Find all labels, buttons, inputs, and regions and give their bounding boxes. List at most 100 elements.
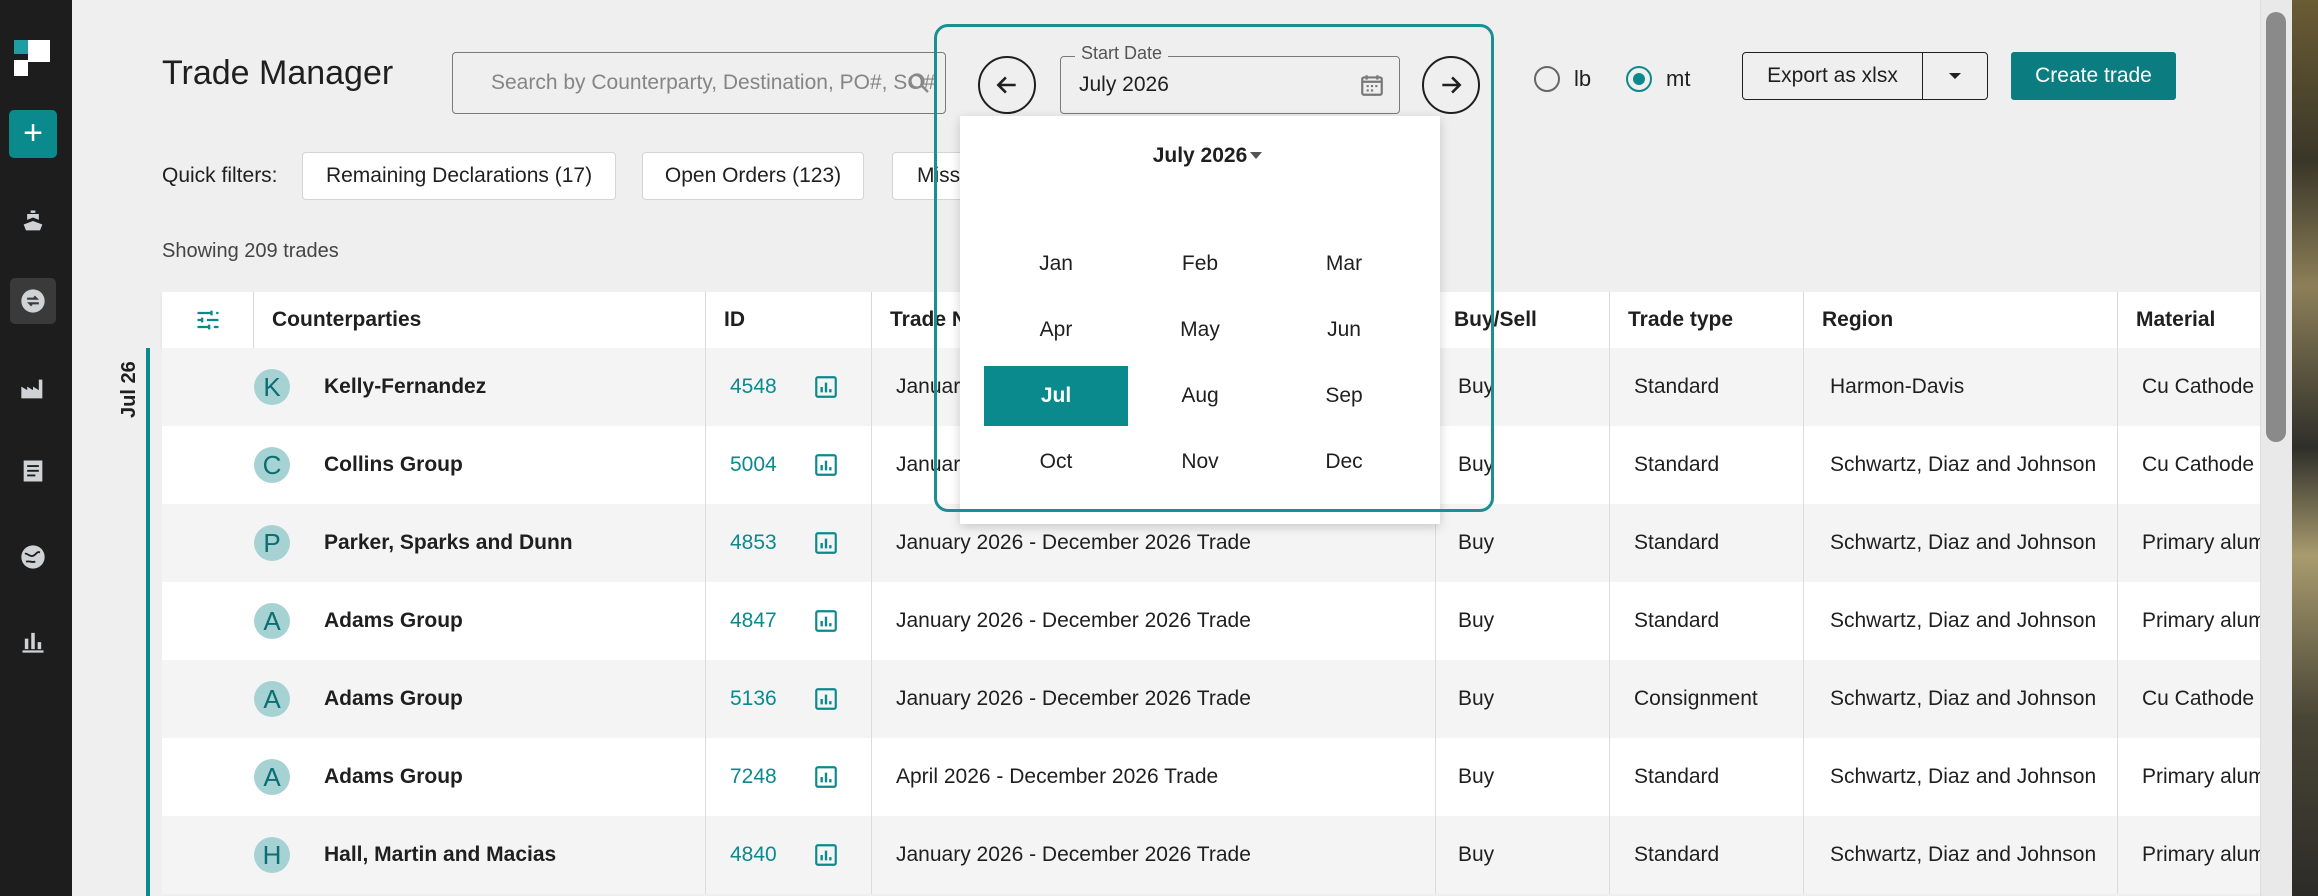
year-dropdown-caret-icon[interactable] <box>1250 152 1262 159</box>
material: Primary aluminium <box>2142 609 2260 632</box>
ship-icon[interactable] <box>10 198 56 244</box>
chart-icon[interactable] <box>813 374 839 400</box>
month-jan[interactable]: Jan <box>984 234 1128 294</box>
header-id[interactable]: ID <box>706 292 872 348</box>
material: Primary aluminium <box>2142 843 2260 866</box>
avatar: A <box>254 681 290 717</box>
header-region[interactable]: Region <box>1804 292 2118 348</box>
create-trade-button[interactable]: Create trade <box>2011 52 2176 100</box>
avatar: C <box>254 447 290 483</box>
quick-filter-open-orders[interactable]: Open Orders (123) <box>642 152 864 200</box>
add-icon[interactable]: + <box>9 110 57 158</box>
material: Cu Cathode <box>2142 687 2255 710</box>
caret-down-icon <box>1949 73 1961 79</box>
table-row[interactable]: A Adams Group 4847 January 2026 - Decembe… <box>162 582 2260 660</box>
month-may[interactable]: May <box>1128 300 1272 360</box>
trade-id-link[interactable]: 4853 <box>730 531 777 555</box>
start-date-field[interactable]: Start Date July 2026 <box>1060 43 1400 114</box>
unit-mt-radio[interactable] <box>1626 66 1652 92</box>
buy-sell: Buy <box>1436 660 1610 738</box>
month-nov[interactable]: Nov <box>1128 432 1272 492</box>
export-split-button: Export as xlsx <box>1742 52 1988 100</box>
month-apr[interactable]: Apr <box>984 300 1128 360</box>
unit-lb-option[interactable]: lb <box>1534 66 1591 92</box>
avatar: A <box>254 603 290 639</box>
chart-icon[interactable] <box>813 686 839 712</box>
chart-icon[interactable] <box>813 608 839 634</box>
month-picker-popup: July 2026 Jan Feb Mar Apr May Jun Jul Au… <box>960 116 1440 524</box>
month-picker-title[interactable]: July 2026 <box>960 144 1440 168</box>
month-jul-selected[interactable]: Jul <box>984 366 1128 426</box>
start-date-label: Start Date <box>1075 43 1169 64</box>
column-settings-button[interactable] <box>162 292 254 348</box>
bar-chart-icon[interactable] <box>10 618 56 664</box>
calendar-icon[interactable] <box>1359 72 1385 98</box>
month-sep[interactable]: Sep <box>1272 366 1416 426</box>
factory-icon[interactable] <box>10 366 56 412</box>
arrow-right-icon <box>1442 76 1462 94</box>
chart-icon[interactable] <box>813 452 839 478</box>
sliders-icon <box>197 310 218 330</box>
search-placeholder: Search by Counterparty, Destination, PO#… <box>491 71 936 94</box>
buy-sell: Buy <box>1436 504 1610 582</box>
trade-id-link[interactable]: 5004 <box>730 453 777 477</box>
trade-name: January 2026 - December 2026 Trade <box>872 660 1436 738</box>
exchange-icon[interactable] <box>10 278 56 324</box>
header-material[interactable]: Material <box>2118 292 2260 348</box>
counterparty-name: Adams Group <box>324 609 463 632</box>
trade-id-link[interactable]: 4548 <box>730 375 777 399</box>
month-jun[interactable]: Jun <box>1272 300 1416 360</box>
trade-name: January 2026 - December 2026 Trade <box>872 582 1436 660</box>
month-feb[interactable]: Feb <box>1128 234 1272 294</box>
date-group-bar <box>146 348 150 896</box>
month-aug[interactable]: Aug <box>1128 366 1272 426</box>
trade-type: Standard <box>1610 738 1804 816</box>
trade-id-link[interactable]: 4840 <box>730 843 777 867</box>
export-dropdown-button[interactable] <box>1923 53 1987 99</box>
unit-lb-radio[interactable] <box>1534 66 1560 92</box>
search-input[interactable]: Search by Counterparty, Destination, PO#… <box>452 52 946 114</box>
region: Schwartz, Diaz and Johnson <box>1804 660 2118 738</box>
trade-id-link[interactable]: 4847 <box>730 609 777 633</box>
unit-mt-label: mt <box>1666 66 1691 91</box>
globe-icon[interactable] <box>10 534 56 580</box>
table-row[interactable]: A Adams Group 5136 January 2026 - Decembe… <box>162 660 2260 738</box>
trade-id-link[interactable]: 7248 <box>730 765 777 789</box>
chart-icon[interactable] <box>813 764 839 790</box>
vertical-scrollbar[interactable] <box>2260 0 2292 896</box>
counterparty-name: Kelly-Fernandez <box>324 375 487 398</box>
avatar: A <box>254 759 290 795</box>
trade-type: Standard <box>1610 504 1804 582</box>
header-buy-sell[interactable]: Buy/Sell <box>1436 292 1610 348</box>
counterparty-name: Adams Group <box>324 765 463 788</box>
avatar: P <box>254 525 290 561</box>
next-month-button[interactable] <box>1422 56 1480 114</box>
month-mar[interactable]: Mar <box>1272 234 1416 294</box>
region: Schwartz, Diaz and Johnson <box>1804 738 2118 816</box>
document-icon[interactable] <box>10 448 56 494</box>
header-counterparties[interactable]: Counterparties <box>254 292 706 348</box>
buy-sell: Buy <box>1436 426 1610 504</box>
chart-icon[interactable] <box>813 530 839 556</box>
trade-id-link[interactable]: 5136 <box>730 687 777 711</box>
scrollbar-thumb[interactable] <box>2266 12 2286 442</box>
material: Cu Cathode <box>2142 375 2255 398</box>
export-button[interactable]: Export as xlsx <box>1743 53 1923 99</box>
quick-filter-remaining-declarations[interactable]: Remaining Declarations (17) <box>302 152 616 200</box>
app-logo-icon[interactable] <box>14 40 52 76</box>
table-row[interactable]: H Hall, Martin and Macias 4840 January 20… <box>162 816 2260 894</box>
previous-month-button[interactable] <box>978 56 1036 114</box>
material: Primary aluminium <box>2142 531 2260 554</box>
arrow-left-icon <box>996 76 1016 94</box>
header-trade-type[interactable]: Trade type <box>1610 292 1804 348</box>
trade-name: January 2026 - December 2026 Trade <box>872 816 1436 894</box>
region: Schwartz, Diaz and Johnson <box>1804 504 2118 582</box>
chart-icon[interactable] <box>813 842 839 868</box>
month-dec[interactable]: Dec <box>1272 432 1416 492</box>
table-row[interactable]: A Adams Group 7248 April 2026 - December … <box>162 738 2260 816</box>
trade-name: April 2026 - December 2026 Trade <box>872 738 1436 816</box>
month-oct[interactable]: Oct <box>984 432 1128 492</box>
region: Schwartz, Diaz and Johnson <box>1804 426 2118 504</box>
quick-filters-label: Quick filters: <box>162 164 278 187</box>
unit-mt-option[interactable]: mt <box>1626 66 1690 92</box>
